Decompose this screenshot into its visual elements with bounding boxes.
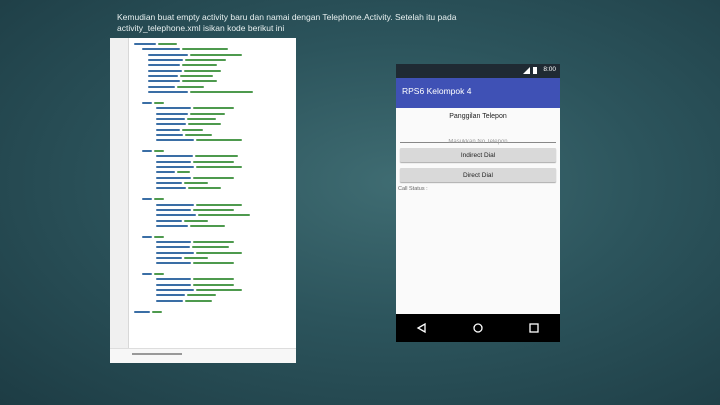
app-bar: RPS6 Kelompok 4 — [396, 78, 560, 108]
phone-number-input[interactable] — [400, 136, 556, 148]
editor-bottom-bar — [110, 348, 296, 363]
back-icon[interactable] — [416, 322, 428, 334]
status-bar: 8:00 — [396, 64, 560, 78]
battery-icon — [533, 67, 537, 74]
phone-number-field-container — [400, 130, 556, 148]
android-emulator: 8:00 RPS6 Kelompok 4 Panggilan Telepon I… — [396, 64, 560, 342]
app-title: RPS6 Kelompok 4 — [402, 86, 472, 96]
call-status-label: Call Status : — [398, 186, 428, 192]
indirect-dial-button[interactable]: Indirect Dial — [400, 148, 556, 162]
home-icon[interactable] — [472, 322, 484, 334]
recent-apps-icon[interactable] — [528, 322, 540, 334]
status-time: 8:00 — [543, 66, 556, 73]
page-heading: Panggilan Telepon — [449, 113, 507, 120]
code-line — [110, 309, 296, 315]
slide-caption: Kemudian buat empty activity baru dan na… — [117, 12, 457, 33]
code-lines — [110, 38, 296, 363]
direct-dial-button[interactable]: Direct Dial — [400, 168, 556, 182]
xml-code-editor — [110, 38, 296, 363]
navigation-bar — [396, 314, 560, 342]
signal-icon — [523, 67, 530, 74]
app-content: Panggilan Telepon Indirect Dial Direct D… — [396, 108, 560, 314]
